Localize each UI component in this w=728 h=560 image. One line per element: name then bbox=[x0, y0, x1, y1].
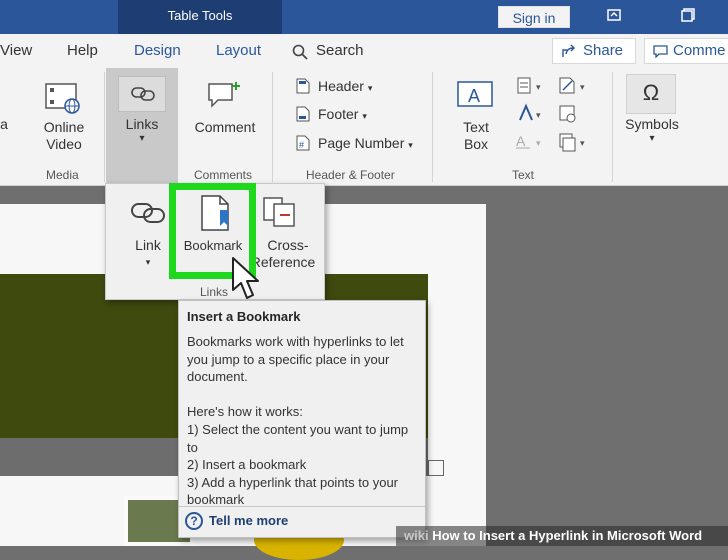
tooltip-step-1: 1) Select the content you want to jump t… bbox=[187, 421, 409, 455]
links-icon-bg bbox=[118, 76, 166, 112]
footer-button[interactable]: Footer ▾ bbox=[318, 106, 367, 122]
comment-label[interactable]: Comment bbox=[188, 119, 262, 136]
search-box[interactable]: Search bbox=[316, 42, 364, 59]
text-group-label: Text bbox=[512, 168, 535, 182]
svg-text:A: A bbox=[468, 86, 480, 106]
page-number-icon: # bbox=[296, 135, 310, 151]
link-icon[interactable] bbox=[130, 200, 166, 226]
sign-in-button[interactable]: Sign in bbox=[498, 6, 570, 28]
comments-button[interactable]: Comme bbox=[644, 38, 728, 64]
bookmark-tooltip: Insert a Bookmark Bookmarks work with hy… bbox=[178, 300, 426, 538]
comment-icon bbox=[653, 45, 668, 58]
tab-layout[interactable]: Layout bbox=[216, 42, 261, 59]
svg-text:▾: ▾ bbox=[536, 82, 541, 92]
text-tools-icons[interactable]: ▾ ▾ A ▾ ▾ ▾ bbox=[516, 76, 596, 156]
restore-icon[interactable] bbox=[606, 7, 622, 23]
page-number-button[interactable]: Page Number ▾ bbox=[318, 135, 413, 151]
divider bbox=[104, 72, 105, 182]
tab-design[interactable]: Design bbox=[134, 42, 181, 59]
tab-view[interactable]: View bbox=[0, 42, 32, 59]
tooltip-step-2: 2) Insert a bookmark bbox=[187, 457, 307, 473]
svg-text:▾: ▾ bbox=[536, 138, 541, 148]
comments-label: Comme bbox=[673, 42, 726, 59]
svg-text:▾: ▾ bbox=[536, 110, 541, 120]
chevron-down-icon: ▾ bbox=[649, 133, 655, 144]
header-footer-group-label: Header & Footer bbox=[306, 168, 395, 182]
tell-me-more-link[interactable]: ? Tell me more bbox=[185, 511, 288, 531]
share-icon bbox=[562, 44, 575, 57]
watermark-title: How to Insert a Hyperlink in Microsoft W… bbox=[432, 528, 703, 543]
footer-label: Footer bbox=[318, 106, 359, 122]
chevron-down-icon: ▾ bbox=[139, 133, 145, 144]
links-group-label: Links bbox=[200, 285, 229, 299]
link-chain-icon bbox=[131, 87, 155, 101]
cross-reference-icon[interactable] bbox=[262, 196, 298, 228]
link-label[interactable]: Link bbox=[120, 237, 176, 254]
omega-icon: Ω bbox=[642, 80, 660, 105]
header-icon bbox=[296, 78, 310, 94]
tooltip-how: Here's how it works: bbox=[187, 404, 303, 420]
ribbon: a Online Video Media Links ▾ Comment Com… bbox=[0, 68, 728, 186]
tooltip-divider bbox=[179, 506, 425, 507]
divider bbox=[272, 72, 273, 182]
online-video-label[interactable]: Online Video bbox=[30, 119, 98, 153]
search-icon bbox=[292, 44, 308, 60]
tooltip-title: Insert a Bookmark bbox=[187, 309, 301, 324]
tell-me-more-label: Tell me more bbox=[209, 513, 289, 528]
tooltip-description: Bookmarks work with hyperlinks to let yo… bbox=[187, 334, 404, 385]
header-label: Header bbox=[318, 78, 364, 94]
mouse-cursor-icon bbox=[232, 257, 259, 299]
text-box-icon[interactable]: A bbox=[456, 80, 496, 110]
share-button[interactable]: Share bbox=[552, 38, 636, 64]
page-number-label: Page Number bbox=[318, 135, 405, 151]
text-box-label[interactable]: Text Box bbox=[450, 119, 502, 153]
watermark: wiki How to Insert a Hyperlink in Micros… bbox=[396, 526, 728, 546]
help-icon: ? bbox=[185, 512, 203, 530]
share-label: Share bbox=[583, 42, 624, 59]
ribbon-tabs: View Help Design Layout Search Share Com… bbox=[0, 34, 728, 68]
svg-text:#: # bbox=[299, 140, 304, 150]
partial-label: a bbox=[0, 116, 8, 132]
svg-text:A: A bbox=[516, 133, 526, 149]
tab-help[interactable]: Help bbox=[67, 42, 98, 59]
comments-group-label: Comments bbox=[194, 168, 253, 182]
tooltip-step-3: 3) Add a hyperlink that points to your b… bbox=[187, 474, 399, 508]
svg-text:▾: ▾ bbox=[580, 82, 585, 92]
divider bbox=[432, 72, 433, 182]
table-resize-handle[interactable] bbox=[428, 460, 444, 476]
divider bbox=[612, 72, 613, 182]
new-comment-icon[interactable] bbox=[206, 80, 242, 110]
online-video-icon[interactable] bbox=[44, 82, 84, 114]
maximize-icon[interactable] bbox=[680, 7, 696, 23]
footer-icon bbox=[296, 106, 310, 122]
title-bar: Table Tools Sign in bbox=[0, 0, 728, 34]
cross-reference-label-1[interactable]: Cross- bbox=[256, 237, 320, 254]
media-group-label: Media bbox=[46, 168, 79, 182]
svg-text:▾: ▾ bbox=[580, 138, 585, 148]
header-button[interactable]: Header ▾ bbox=[318, 78, 372, 94]
table-tools-label: Table Tools bbox=[118, 0, 282, 34]
watermark-wiki: wiki bbox=[404, 528, 429, 543]
chevron-down-icon: ▾ bbox=[145, 257, 151, 267]
